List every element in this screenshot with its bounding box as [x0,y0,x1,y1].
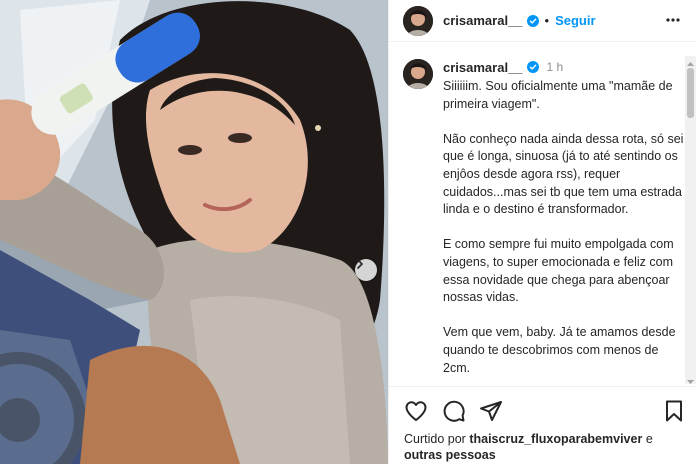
others-link[interactable]: outras pessoas [404,448,496,462]
caption-time[interactable]: 1 h [547,60,564,74]
comment-icon[interactable] [442,399,466,428]
caption-text: Siiiiiim. Sou oficialmente uma "mamãe de… [443,79,684,375]
avatar-image [403,5,433,36]
likes-conjunction: e [645,432,653,446]
more-options-icon[interactable] [665,11,681,34]
next-photo-button[interactable] [355,259,377,281]
follow-button[interactable]: Seguir [555,13,595,28]
header-separator: • [544,13,550,28]
post-side-panel: crisamaral__ • Seguir crisamaral__ 1 h S… [388,0,696,464]
caption-username[interactable]: crisamaral__ [443,60,523,75]
likes-summary: Curtido por thaiscruz_fluxoparabemviver … [404,431,684,463]
post-photo[interactable] [0,0,388,464]
verified-badge-icon [526,61,539,73]
heart-icon[interactable] [404,399,428,428]
scroll-thumb[interactable] [687,68,694,118]
likes-prefix: Curtido por [404,432,466,446]
caption-header: crisamaral__ 1 h [443,59,685,75]
scroll-down-arrow-icon[interactable] [685,374,696,384]
caption: crisamaral__ 1 h Siiiiiim. Sou oficialme… [389,42,685,377]
chevron-right-icon [357,259,364,269]
post-header: crisamaral__ • Seguir [389,0,696,42]
share-icon[interactable] [479,399,503,428]
liked-by-user-link[interactable]: thaiscruz_fluxoparabemviver [469,432,642,446]
avatar-image [403,59,433,89]
comments-scrollbar[interactable] [685,56,696,384]
scroll-up-arrow-icon[interactable] [685,56,696,66]
bookmark-icon[interactable] [662,399,686,428]
verified-badge-icon [526,14,539,27]
comments-area[interactable]: crisamaral__ 1 h Siiiiiim. Sou oficialme… [389,42,685,386]
caption-avatar[interactable] [403,59,433,89]
caption-body: crisamaral__ 1 h Siiiiiim. Sou oficialme… [443,59,685,377]
avatar[interactable] [403,5,433,36]
post-actions-bar: Curtido por thaiscruz_fluxoparabemviver … [389,386,696,464]
header-username[interactable]: crisamaral__ [443,13,523,28]
selfie-photo-illustration [0,0,388,464]
